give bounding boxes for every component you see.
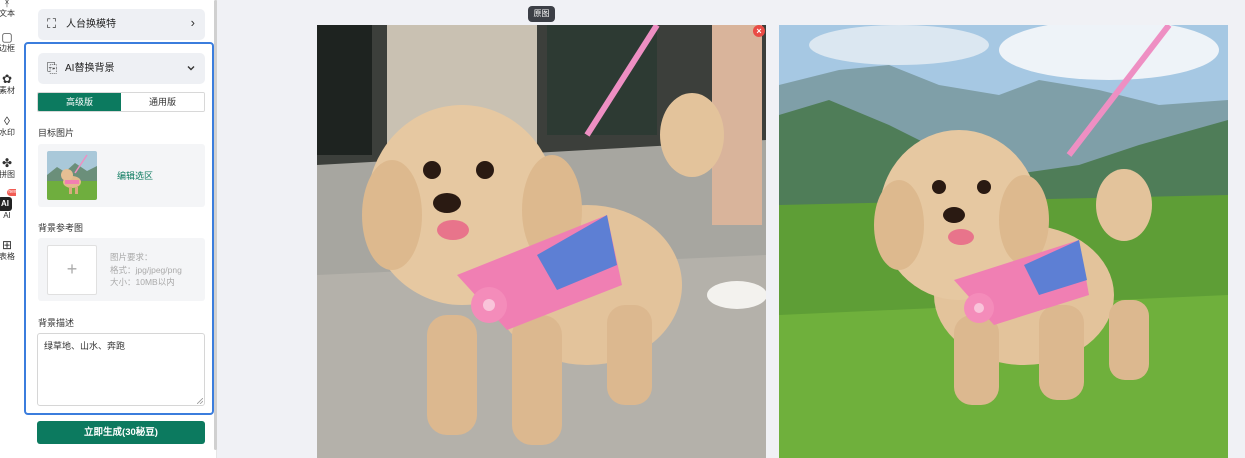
mannequin-swap-item[interactable]: ⛶ 人台换模特 › — [38, 9, 205, 40]
chevron-down-icon — [187, 66, 195, 71]
bg-description-label: 背景描述 — [38, 318, 75, 328]
requirement-line: 格式：jpg/jpeg/png — [110, 264, 182, 275]
original-image[interactable] — [317, 25, 766, 458]
upload-requirements: 图片要求： 格式：jpg/jpeg/png 大小：10MB以内 — [110, 251, 182, 289]
ref-image-label: 背景参考图 — [38, 223, 84, 233]
version-tabs: 高级版 通用版 — [37, 92, 205, 112]
rail-label: 文本 — [0, 9, 15, 18]
generated-dog-photo — [779, 25, 1228, 458]
close-icon[interactable]: × — [753, 25, 765, 37]
original-badge: 原图 — [528, 6, 555, 22]
text-icon: ᚼ — [3, 0, 11, 9]
puzzle-icon: ✤ — [1, 156, 13, 170]
watermark-icon: ◊ — [4, 114, 10, 128]
edit-selection-link[interactable]: 编辑选区 — [117, 171, 153, 182]
table-icon: ⊞ — [1, 238, 13, 252]
tab-standard[interactable]: 通用版 — [121, 93, 204, 111]
target-image-label: 目标图片 — [38, 128, 75, 138]
requirement-line: 大小：10MB以内 — [110, 277, 175, 287]
target-image-box: 编辑选区 — [38, 144, 205, 207]
rail-item-table[interactable]: ⊞ 表格 — [0, 239, 16, 262]
target-thumbnail[interactable] — [47, 151, 97, 200]
tool-rail: ᚼ 文本 ▢ 边框 ✿ 素材 ◊ 水印 ✤ 拼图 AI ⊞ 表格 — [0, 0, 16, 458]
ai-icon[interactable]: AI — [0, 197, 12, 211]
upload-ref-button[interactable]: + — [47, 245, 97, 295]
thumbnail-image — [47, 151, 97, 200]
rail-label: 边框 — [0, 44, 15, 53]
mannequin-swap-label: 人台换模特 — [66, 19, 116, 30]
mannequin-icon: ⛶ — [47, 16, 57, 31]
rail-item-ai[interactable]: AI — [0, 211, 16, 221]
rail-item-material[interactable]: ✿ 素材 — [0, 73, 16, 96]
generated-image[interactable] — [779, 25, 1228, 458]
rail-item-text[interactable]: ᚼ 文本 — [0, 0, 16, 19]
rail-label: 素材 — [0, 86, 15, 95]
ai-bg-icon: ⎘ — [47, 60, 58, 75]
rail-item-puzzle[interactable]: ✤ 拼图 — [0, 157, 16, 180]
frame-icon: ▢ — [1, 30, 13, 44]
rail-label: 表格 — [0, 252, 15, 261]
panel-scrollbar[interactable] — [214, 0, 217, 450]
rail-label: 水印 — [0, 128, 15, 137]
chevron-right-icon: › — [190, 15, 195, 30]
rail-item-watermark[interactable]: ◊ 水印 — [0, 115, 16, 138]
requirement-line: 图片要求： — [110, 252, 153, 262]
original-dog-photo — [317, 25, 766, 458]
ai-bg-header[interactable]: ⎘ AI替换背景 — [38, 53, 205, 84]
rail-label: 拼图 — [0, 170, 15, 179]
plus-icon: + — [66, 259, 78, 279]
ref-image-box: + 图片要求： 格式：jpg/jpeg/png 大小：10MB以内 — [38, 238, 205, 301]
bg-description-input[interactable] — [37, 333, 205, 406]
rail-item-frame[interactable]: ▢ 边框 — [0, 31, 16, 54]
rail-label: AI — [3, 211, 11, 220]
tab-advanced[interactable]: 高级版 — [38, 93, 121, 111]
material-icon: ✿ — [1, 72, 13, 86]
generate-button[interactable]: 立即生成(30秘豆) — [37, 421, 205, 444]
ai-bg-label: AI替换背景 — [65, 63, 115, 74]
